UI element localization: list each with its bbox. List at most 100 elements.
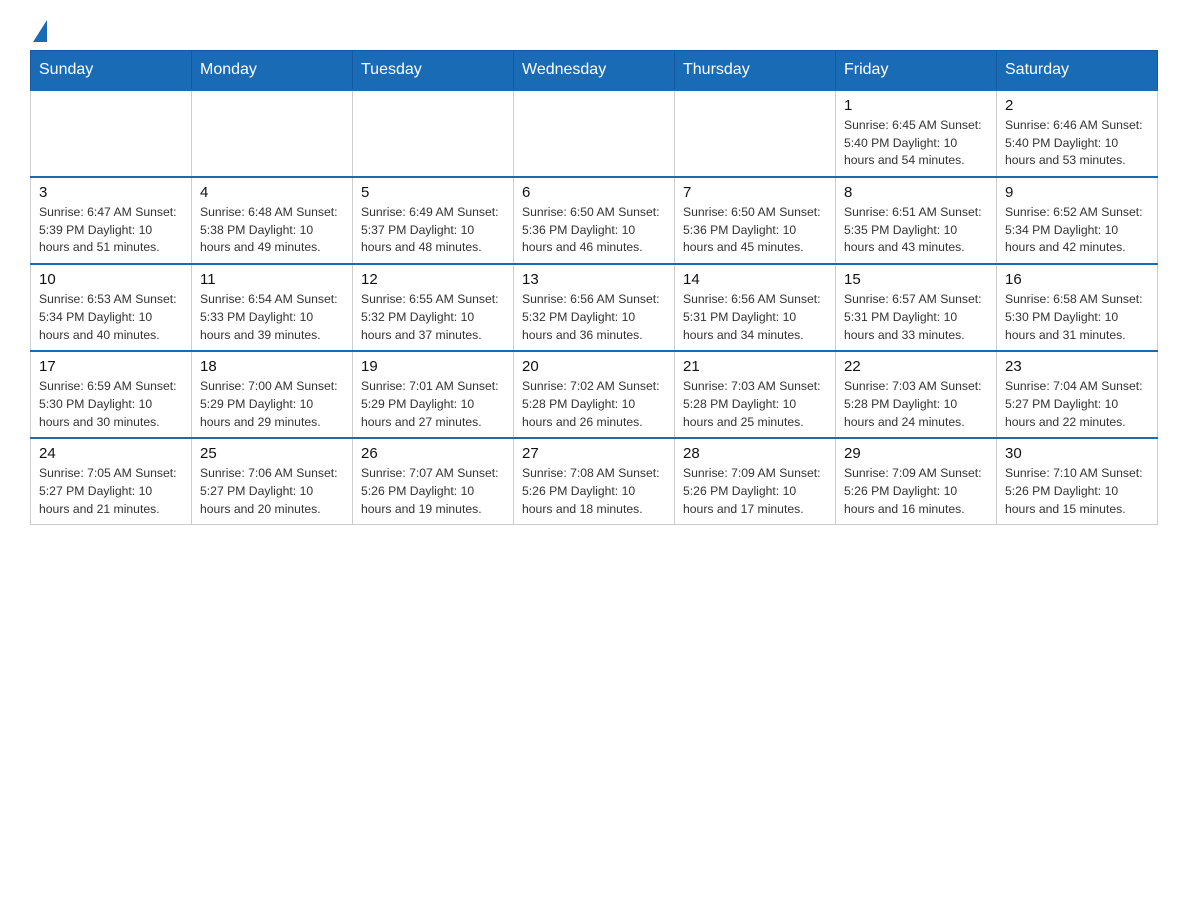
calendar-week-row: 3 Sunrise: 6:47 AM Sunset: 5:39 PM Daylig… xyxy=(31,177,1158,264)
calendar-table: SundayMondayTuesdayWednesdayThursdayFrid… xyxy=(30,50,1158,525)
calendar-cell: 1 Sunrise: 6:45 AM Sunset: 5:40 PM Daylig… xyxy=(836,90,997,177)
day-number: 7 xyxy=(683,184,827,201)
day-info: Sunrise: 6:50 AM Sunset: 5:36 PM Dayligh… xyxy=(522,204,666,257)
calendar-cell: 14Sunrise: 6:56 AM Sunset: 5:31 PM Dayli… xyxy=(675,264,836,351)
weekday-header: Friday xyxy=(836,51,997,91)
day-number: 9 xyxy=(1005,184,1149,201)
day-info: Sunrise: 7:08 AM Sunset: 5:26 PM Dayligh… xyxy=(522,465,666,518)
day-info: Sunrise: 7:03 AM Sunset: 5:28 PM Dayligh… xyxy=(683,378,827,431)
day-info: Sunrise: 7:02 AM Sunset: 5:28 PM Dayligh… xyxy=(522,378,666,431)
calendar-cell: 21 Sunrise: 7:03 AM Sunset: 5:28 PM Dayli… xyxy=(675,351,836,438)
day-number: 8 xyxy=(844,184,988,201)
day-number: 20 xyxy=(522,358,666,375)
calendar-cell: 7 Sunrise: 6:50 AM Sunset: 5:36 PM Daylig… xyxy=(675,177,836,264)
day-number: 21 xyxy=(683,358,827,375)
day-number: 24 xyxy=(39,445,183,462)
calendar-cell: 25 Sunrise: 7:06 AM Sunset: 5:27 PM Dayli… xyxy=(192,438,353,525)
weekday-header: Wednesday xyxy=(514,51,675,91)
calendar-cell: 2 Sunrise: 6:46 AM Sunset: 5:40 PM Daylig… xyxy=(997,90,1158,177)
day-number: 12 xyxy=(361,271,505,288)
day-info: Sunrise: 6:47 AM Sunset: 5:39 PM Dayligh… xyxy=(39,204,183,257)
day-info: Sunrise: 7:05 AM Sunset: 5:27 PM Dayligh… xyxy=(39,465,183,518)
day-number: 25 xyxy=(200,445,344,462)
day-number: 1 xyxy=(844,97,988,114)
day-info: Sunrise: 7:07 AM Sunset: 5:26 PM Dayligh… xyxy=(361,465,505,518)
day-info: Sunrise: 7:09 AM Sunset: 5:26 PM Dayligh… xyxy=(683,465,827,518)
calendar-cell: 13 Sunrise: 6:56 AM Sunset: 5:32 PM Dayli… xyxy=(514,264,675,351)
day-info: Sunrise: 7:03 AM Sunset: 5:28 PM Dayligh… xyxy=(844,378,988,431)
day-number: 30 xyxy=(1005,445,1149,462)
day-number: 22 xyxy=(844,358,988,375)
page-header xyxy=(30,20,1158,40)
day-number: 27 xyxy=(522,445,666,462)
calendar-week-row: 24 Sunrise: 7:05 AM Sunset: 5:27 PM Dayli… xyxy=(31,438,1158,525)
logo-triangle-icon xyxy=(33,20,47,42)
calendar-cell: 26 Sunrise: 7:07 AM Sunset: 5:26 PM Dayli… xyxy=(353,438,514,525)
day-info: Sunrise: 6:59 AM Sunset: 5:30 PM Dayligh… xyxy=(39,378,183,431)
weekday-header: Thursday xyxy=(675,51,836,91)
calendar-cell: 8 Sunrise: 6:51 AM Sunset: 5:35 PM Daylig… xyxy=(836,177,997,264)
day-info: Sunrise: 6:48 AM Sunset: 5:38 PM Dayligh… xyxy=(200,204,344,257)
day-number: 28 xyxy=(683,445,827,462)
weekday-header: Saturday xyxy=(997,51,1158,91)
calendar-cell: 22 Sunrise: 7:03 AM Sunset: 5:28 PM Dayli… xyxy=(836,351,997,438)
day-number: 6 xyxy=(522,184,666,201)
day-number: 2 xyxy=(1005,97,1149,114)
calendar-cell: 17Sunrise: 6:59 AM Sunset: 5:30 PM Dayli… xyxy=(31,351,192,438)
day-number: 29 xyxy=(844,445,988,462)
calendar-cell: 20 Sunrise: 7:02 AM Sunset: 5:28 PM Dayli… xyxy=(514,351,675,438)
day-number: 3 xyxy=(39,184,183,201)
day-info: Sunrise: 6:46 AM Sunset: 5:40 PM Dayligh… xyxy=(1005,117,1149,170)
calendar-week-row: 1 Sunrise: 6:45 AM Sunset: 5:40 PM Daylig… xyxy=(31,90,1158,177)
day-info: Sunrise: 7:09 AM Sunset: 5:26 PM Dayligh… xyxy=(844,465,988,518)
day-number: 4 xyxy=(200,184,344,201)
day-info: Sunrise: 6:51 AM Sunset: 5:35 PM Dayligh… xyxy=(844,204,988,257)
day-info: Sunrise: 6:58 AM Sunset: 5:30 PM Dayligh… xyxy=(1005,291,1149,344)
calendar-cell xyxy=(675,90,836,177)
calendar-cell: 12Sunrise: 6:55 AM Sunset: 5:32 PM Dayli… xyxy=(353,264,514,351)
weekday-header: Monday xyxy=(192,51,353,91)
calendar-cell: 9Sunrise: 6:52 AM Sunset: 5:34 PM Daylig… xyxy=(997,177,1158,264)
calendar-cell xyxy=(31,90,192,177)
day-number: 18 xyxy=(200,358,344,375)
logo xyxy=(30,20,48,40)
calendar-cell: 28 Sunrise: 7:09 AM Sunset: 5:26 PM Dayli… xyxy=(675,438,836,525)
day-info: Sunrise: 6:53 AM Sunset: 5:34 PM Dayligh… xyxy=(39,291,183,344)
calendar-cell xyxy=(353,90,514,177)
day-info: Sunrise: 7:01 AM Sunset: 5:29 PM Dayligh… xyxy=(361,378,505,431)
calendar-cell: 18 Sunrise: 7:00 AM Sunset: 5:29 PM Dayli… xyxy=(192,351,353,438)
day-number: 14 xyxy=(683,271,827,288)
day-info: Sunrise: 6:45 AM Sunset: 5:40 PM Dayligh… xyxy=(844,117,988,170)
day-info: Sunrise: 7:06 AM Sunset: 5:27 PM Dayligh… xyxy=(200,465,344,518)
calendar-week-row: 10 Sunrise: 6:53 AM Sunset: 5:34 PM Dayli… xyxy=(31,264,1158,351)
day-number: 13 xyxy=(522,271,666,288)
calendar-cell: 23 Sunrise: 7:04 AM Sunset: 5:27 PM Dayli… xyxy=(997,351,1158,438)
calendar-cell: 3 Sunrise: 6:47 AM Sunset: 5:39 PM Daylig… xyxy=(31,177,192,264)
day-info: Sunrise: 7:04 AM Sunset: 5:27 PM Dayligh… xyxy=(1005,378,1149,431)
day-number: 23 xyxy=(1005,358,1149,375)
day-info: Sunrise: 6:50 AM Sunset: 5:36 PM Dayligh… xyxy=(683,204,827,257)
calendar-cell: 16Sunrise: 6:58 AM Sunset: 5:30 PM Dayli… xyxy=(997,264,1158,351)
calendar-cell: 4 Sunrise: 6:48 AM Sunset: 5:38 PM Daylig… xyxy=(192,177,353,264)
calendar-cell: 27 Sunrise: 7:08 AM Sunset: 5:26 PM Dayli… xyxy=(514,438,675,525)
weekday-header: Sunday xyxy=(31,51,192,91)
calendar-cell: 30 Sunrise: 7:10 AM Sunset: 5:26 PM Dayli… xyxy=(997,438,1158,525)
day-number: 26 xyxy=(361,445,505,462)
calendar-cell: 6 Sunrise: 6:50 AM Sunset: 5:36 PM Daylig… xyxy=(514,177,675,264)
day-info: Sunrise: 6:54 AM Sunset: 5:33 PM Dayligh… xyxy=(200,291,344,344)
calendar-cell: 15Sunrise: 6:57 AM Sunset: 5:31 PM Dayli… xyxy=(836,264,997,351)
day-number: 11 xyxy=(200,271,344,288)
calendar-cell: 24 Sunrise: 7:05 AM Sunset: 5:27 PM Dayli… xyxy=(31,438,192,525)
day-number: 10 xyxy=(39,271,183,288)
calendar-cell xyxy=(192,90,353,177)
day-info: Sunrise: 6:56 AM Sunset: 5:32 PM Dayligh… xyxy=(522,291,666,344)
day-number: 15 xyxy=(844,271,988,288)
calendar-cell: 11 Sunrise: 6:54 AM Sunset: 5:33 PM Dayli… xyxy=(192,264,353,351)
day-number: 19 xyxy=(361,358,505,375)
day-info: Sunrise: 6:49 AM Sunset: 5:37 PM Dayligh… xyxy=(361,204,505,257)
calendar-cell: 10 Sunrise: 6:53 AM Sunset: 5:34 PM Dayli… xyxy=(31,264,192,351)
calendar-cell xyxy=(514,90,675,177)
calendar-cell: 19 Sunrise: 7:01 AM Sunset: 5:29 PM Dayli… xyxy=(353,351,514,438)
day-info: Sunrise: 7:10 AM Sunset: 5:26 PM Dayligh… xyxy=(1005,465,1149,518)
day-info: Sunrise: 7:00 AM Sunset: 5:29 PM Dayligh… xyxy=(200,378,344,431)
